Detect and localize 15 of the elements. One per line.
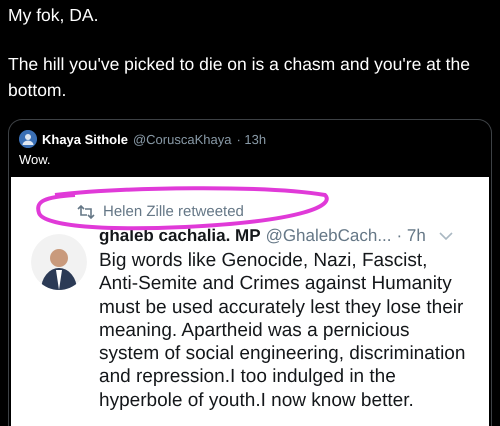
author-name: Khaya Sithole bbox=[42, 132, 128, 146]
author-handle: @CoruscaKhaya bbox=[132, 132, 232, 146]
tweet-time: · 7h bbox=[396, 226, 426, 246]
quoted-text: Wow. bbox=[18, 151, 52, 167]
retweet-label: Helen Zille retweeted bbox=[103, 203, 244, 220]
author-handle: @GhalebCach... bbox=[266, 226, 392, 246]
avatar-icon bbox=[19, 130, 37, 148]
tweet-text: My fok, DA. bbox=[8, 4, 100, 27]
tweet-text: Big words like Genocide, Nazi, Fascist, Anti-Semite and Crimes against Humanity must be used accurately lest they lose their meaning. Apartheid was a pernicious system of social engineering, discrimination and repression.I too indulged in the hyperbole of youth.I now know better. bbox=[99, 249, 466, 412]
retweet-icon bbox=[77, 204, 95, 218]
tweet-text: The hill you've picked to die on is a chasm and you're at the bottom. bbox=[8, 53, 471, 102]
tweet-time: · 13h bbox=[236, 132, 266, 146]
quoted-tweet-card[interactable] bbox=[8, 119, 492, 426]
avatar-icon bbox=[31, 234, 87, 290]
author-name: ghaleb cachalia. MP bbox=[99, 226, 261, 246]
